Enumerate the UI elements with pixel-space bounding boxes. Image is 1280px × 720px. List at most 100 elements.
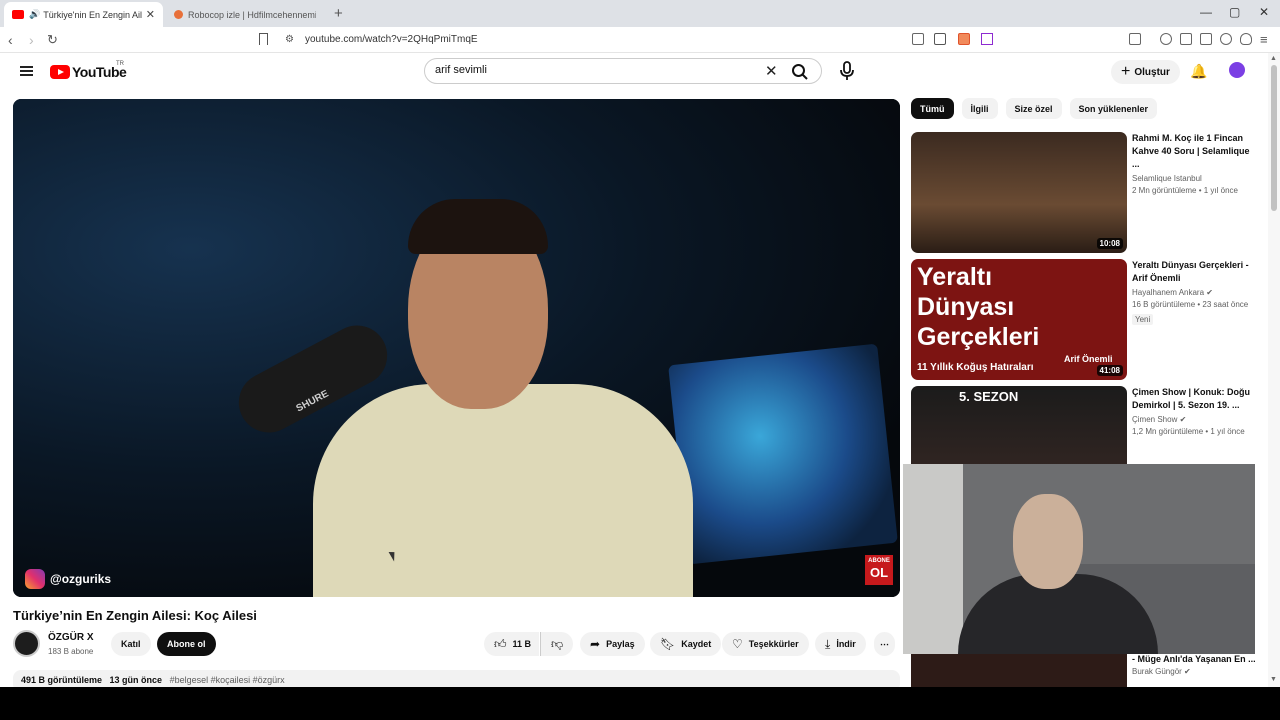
duration-badge: 41:08 [1096,365,1123,376]
scrollbar-thumb[interactable] [1271,65,1277,211]
new-tab-button[interactable]: + [334,5,343,22]
brave-shield-icon[interactable] [958,33,970,45]
clear-search-icon[interactable]: ✕ [765,62,778,80]
share-button[interactable]: ➦ Paylaş [580,632,645,656]
video-thumbnail[interactable] [911,654,1127,687]
streamer-head [1013,494,1083,589]
recommendation-item[interactable]: - Müge Anlı'da Yaşanan En ... Burak Güng… [911,654,1256,687]
page-scrollbar[interactable]: ▲ ▼ [1268,53,1280,687]
chip-for-you[interactable]: Size özel [1005,98,1062,119]
description-box[interactable]: 491 B görüntüleme 13 gün önce #belgesel … [13,670,900,687]
speaker-icon[interactable]: 🔊 [29,9,40,20]
notifications-bell-icon[interactable]: 🔔 [1190,63,1207,80]
recommendation-title[interactable]: - Müge Anlı'da Yaşanan En ... [1132,654,1256,664]
subscribe-button[interactable]: Abone ol [157,632,216,656]
thanks-button[interactable]: ♡ Teşekkürler [722,632,809,656]
thumbnail-season: 5. SEZON [959,389,1019,404]
join-button[interactable]: Katıl [111,632,151,656]
tab-youtube-video[interactable]: 🔊 Türkiye'nin En Zengin Ailesi: K ✕ [4,2,163,27]
webcam-curtain [903,464,963,654]
presenter-shirt [313,384,693,597]
scroll-down-icon[interactable]: ▼ [1270,676,1277,683]
recommendation-title[interactable]: Rahmi M. Koç ile 1 Fincan Kahve 40 Soru … [1132,132,1256,171]
music-icon[interactable] [1160,33,1172,45]
presenter-hair [408,199,548,254]
channel-avatar[interactable] [13,630,40,657]
recommendation-channel[interactable]: Çimen Show ✔ [1132,415,1256,424]
forward-icon[interactable]: › [29,32,34,48]
more-actions-button[interactable]: ⋯ [874,632,895,656]
recommendation-item[interactable]: 10:08 Rahmi M. Koç ile 1 Fincan Kahve 40… [911,132,1256,253]
chip-related[interactable]: İlgili [961,98,998,119]
chip-recent[interactable]: Son yüklenenler [1069,98,1158,119]
close-tab-icon[interactable]: ✕ [146,8,155,21]
browser-tab-bar: 🔊 Türkiye'nin En Zengin Ailesi: K ✕ Robo… [0,0,1280,27]
watch-page: SHURE @ozguriks ABONE OL Türkiye’nin En … [0,93,1268,687]
maximize-button[interactable]: ▢ [1229,5,1240,19]
url-field[interactable]: youtube.com/watch?v=2QHqPmiTmqE [305,34,478,45]
wallet-icon[interactable] [1200,33,1212,45]
view-count: 491 B görüntüleme [21,675,103,685]
vpn-icon[interactable] [1240,33,1252,45]
recommendation-channel[interactable]: Hayalhanem Ankara ✔ [1132,288,1256,297]
hamburger-menu-icon[interactable] [20,66,33,76]
site-favicon-icon [174,10,183,19]
recommendation-channel[interactable]: Burak Güngör ✔ [1132,667,1256,676]
recommendation-title[interactable]: Çimen Show | Konuk: Doğu Demirkol | 5. S… [1132,386,1256,412]
hashtags[interactable]: #belgesel #koçailesi #özgürx [170,675,285,685]
recommendation-stats: 1,2 Mn görüntüleme • 1 yıl önce [1132,427,1245,436]
youtube-favicon-icon [12,10,24,19]
reader-icon[interactable] [1180,33,1192,45]
reload-icon[interactable]: ↻ [47,32,58,48]
menu-icon[interactable]: ≡ [1260,32,1268,47]
rewards-icon[interactable] [981,33,993,45]
subscribe-watermark[interactable]: ABONE OL [865,555,893,585]
recommendation-item[interactable]: Yeraltı Dünyası Gerçekleri 11 Yıllık Koğ… [911,259,1256,380]
new-badge: Yeni [1132,314,1154,325]
microphone-icon[interactable] [838,60,856,82]
search-icon[interactable] [791,63,809,81]
save-bookmark-icon: 🔖︎ [660,637,676,651]
youtube-header: YouTube TR ✕ + Oluştur 🔔 [0,53,1268,93]
filter-chips: Tümü İlgili Size özel Son yüklenenler [911,98,1158,119]
recommendation-meta: Çimen Show | Konuk: Doğu Demirkol | 5. S… [1132,386,1256,436]
country-code: TR [116,61,124,67]
recommendation-channel[interactable]: Selamlique Istanbul [1132,174,1256,183]
youtube-play-icon [50,65,70,79]
channel-label: Çimen Show [1132,415,1178,424]
recommendation-title[interactable]: Yeraltı Dünyası Gerçekleri - Arif Önemli [1132,259,1256,285]
channel-name[interactable]: ÖZGÜR X [48,632,94,643]
watermark-bottom: OL [869,565,889,580]
create-button[interactable]: + Oluştur [1111,60,1180,84]
minimize-button[interactable]: — [1200,5,1212,19]
bookmark-icon[interactable] [259,33,268,45]
tab-robocop[interactable]: Robocop izle | Hdfilmcehennemi | Fil [166,2,324,27]
sidebar-icon[interactable] [1129,33,1141,45]
cast-icon[interactable] [912,33,924,45]
download-button[interactable]: ⤓ İndir [815,632,866,656]
video-thumbnail[interactable]: Yeraltı Dünyası Gerçekleri 11 Yıllık Koğ… [911,259,1127,380]
thumbnail-subline: 11 Yıllık Koğuş Hatıraları [917,362,1034,373]
account-avatar[interactable] [1229,62,1245,78]
recommendation-stats: 2 Mn görüntüleme • 1 yıl önce [1132,186,1238,195]
video-thumbnail[interactable]: 10:08 [911,132,1127,253]
video-player[interactable]: SHURE @ozguriks ABONE OL [13,99,900,597]
thumbnail-headline: Yeraltı Dünyası Gerçekleri [917,263,1040,351]
youtube-logo[interactable]: YouTube TR [50,61,127,80]
share-label: Paylaş [606,639,635,649]
back-icon[interactable]: ‹ [8,32,13,48]
save-button[interactable]: 🔖︎ Kaydet [650,632,722,656]
download-icon: ⤓ [825,636,831,651]
search-input[interactable] [435,64,755,76]
like-button[interactable]: 👍︎ 11 B [484,632,540,656]
video-title: Türkiye’nin En Zengin Ailesi: Koç Ailesi [13,608,257,623]
leo-ai-icon[interactable] [1220,33,1232,45]
create-label: Oluştur [1134,66,1170,78]
chip-all[interactable]: Tümü [911,98,954,119]
close-window-button[interactable]: ✕ [1259,5,1269,19]
scroll-up-icon[interactable]: ▲ [1270,55,1277,62]
dislike-button[interactable]: 👎︎ [540,632,574,656]
share-icon[interactable] [934,33,946,45]
verified-check-icon: ✔ [1184,667,1191,676]
site-settings-icon[interactable]: ⚙ [285,34,294,45]
